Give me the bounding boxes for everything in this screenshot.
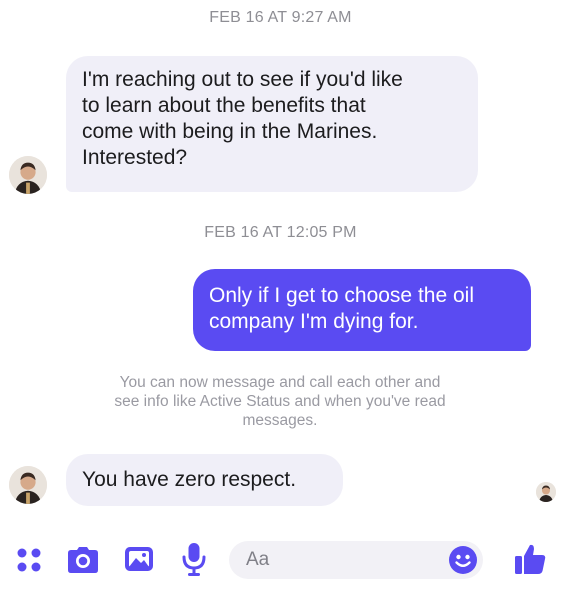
timestamp: FEB 16 AT 9:27 AM <box>209 9 352 26</box>
message-line: company I'm dying for. <box>209 310 419 333</box>
system-notice: You can now message and call each other … <box>70 373 490 430</box>
read-receipt-avatar <box>536 482 556 502</box>
composer-bar: Aa <box>0 528 561 600</box>
system-notice-line: see info like Active Status and when you… <box>114 393 446 410</box>
thumbs-up-icon[interactable] <box>513 542 547 576</box>
person-avatar-icon <box>9 466 47 504</box>
person-avatar-icon <box>536 482 556 502</box>
menu-dots-icon[interactable] <box>15 546 43 574</box>
message-line: Interested? <box>82 146 188 169</box>
person-avatar-icon <box>9 156 47 194</box>
message-bubble-incoming[interactable]: You have zero respect. <box>66 454 343 506</box>
system-notice-line: You can now message and call each other … <box>119 374 441 391</box>
message-line: to learn about the benefits that <box>82 94 366 117</box>
contact-avatar[interactable] <box>9 156 47 194</box>
timestamp: FEB 16 AT 12:05 PM <box>204 224 357 241</box>
microphone-icon[interactable] <box>181 541 207 577</box>
message-input[interactable]: Aa <box>229 541 483 579</box>
camera-icon[interactable] <box>67 545 99 575</box>
photo-icon[interactable] <box>123 543 155 575</box>
message-line: come with being in the Marines. <box>82 120 378 143</box>
system-notice-line: messages. <box>242 412 318 429</box>
message-line: Only if I get to choose the oil <box>209 284 474 307</box>
message-input-placeholder: Aa <box>246 549 270 570</box>
emoji-icon[interactable] <box>448 545 478 575</box>
message-bubble-incoming[interactable]: I'm reaching out to see if you'd like to… <box>66 56 478 192</box>
message-line: You have zero respect. <box>82 468 297 491</box>
message-bubble-outgoing[interactable]: Only if I get to choose the oil company … <box>193 269 531 351</box>
message-line: I'm reaching out to see if you'd like <box>82 68 403 91</box>
contact-avatar[interactable] <box>9 466 47 504</box>
